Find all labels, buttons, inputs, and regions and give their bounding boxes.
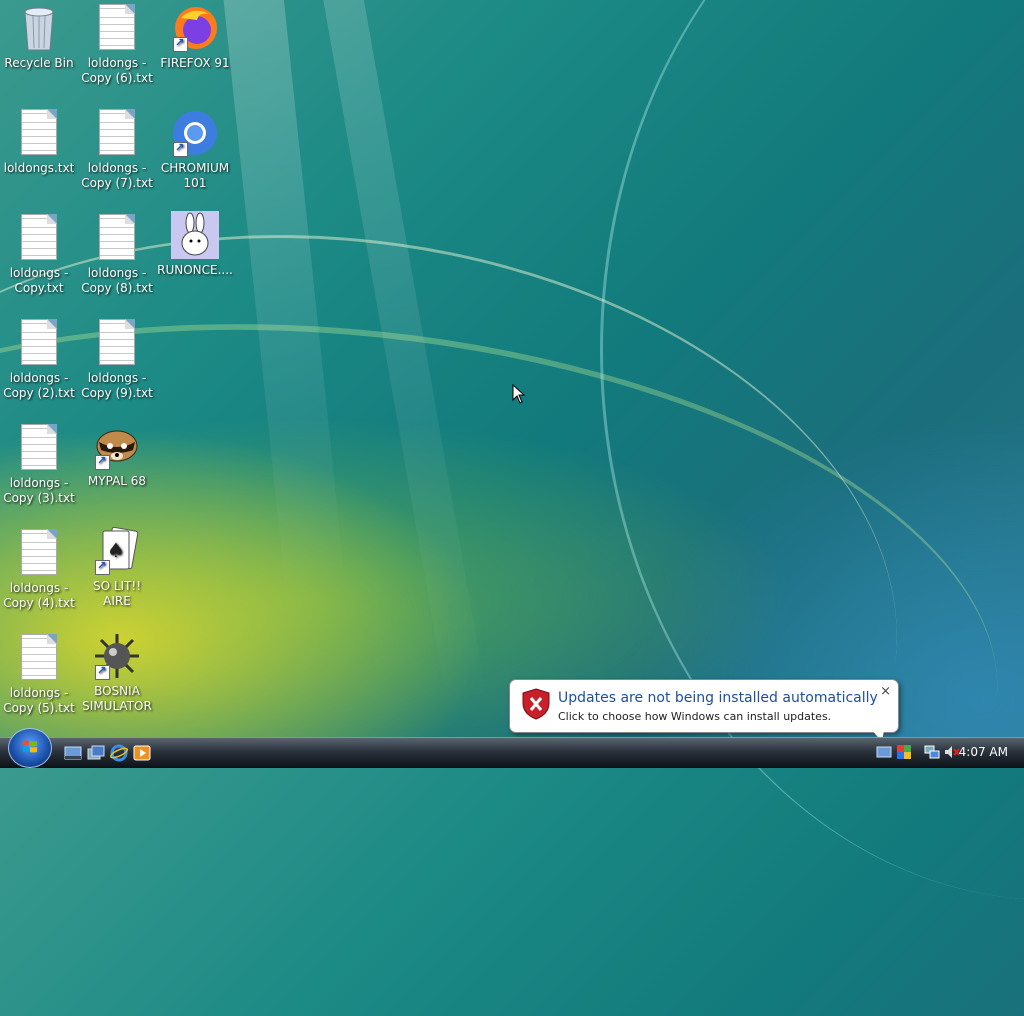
playing-cards-icon: ♠ — [93, 526, 141, 575]
volume-muted-icon[interactable] — [944, 744, 960, 760]
icon-label: loldongs - Copy (8).txt — [81, 266, 153, 295]
desktop-icon-firefox[interactable]: FIREFOX 91 — [157, 4, 233, 71]
shortcut-arrow-icon — [173, 140, 188, 157]
text-file-icon — [93, 319, 141, 367]
text-file-icon — [15, 214, 63, 262]
start-button[interactable] — [8, 728, 52, 768]
shield-error-icon — [522, 688, 550, 720]
icon-label: FIREFOX 91 — [160, 56, 230, 70]
mine-icon — [93, 632, 141, 680]
icon-label: CHROMIUM 101 — [160, 161, 230, 190]
security-center-icon[interactable] — [896, 744, 912, 760]
icon-label: loldongs.txt — [3, 161, 75, 175]
text-file-icon — [93, 4, 141, 52]
update-notification-balloon[interactable]: Updates are not being installed automati… — [509, 679, 899, 742]
text-file-icon — [15, 634, 63, 682]
raccoon-icon — [93, 422, 141, 470]
icon-label: SO LIT!! AIRE — [92, 579, 142, 608]
desktop-icon-doc-6[interactable]: loldongs - Copy (6).txt — [79, 4, 155, 86]
desktop-icon-doc[interactable]: loldongs.txt — [1, 109, 77, 176]
icon-label: loldongs - Copy (4).txt — [3, 581, 75, 610]
taskbar: 4:07 AM — [0, 737, 1024, 768]
text-file-icon — [15, 319, 63, 367]
desktop-icon-minesweeper[interactable]: BOSNIA SIMULATOR — [79, 632, 155, 714]
notification-body[interactable]: Click to choose how Windows can install … — [558, 710, 831, 723]
close-icon[interactable]: × — [880, 684, 891, 699]
system-tray: 4:07 AM — [864, 738, 1024, 768]
shortcut-arrow-icon — [95, 453, 110, 470]
shortcut-arrow-icon — [173, 35, 188, 52]
desktop-icon-chromium[interactable]: CHROMIUM 101 — [157, 109, 233, 191]
icon-label: loldongs - Copy (2).txt — [3, 371, 75, 400]
svg-text:♠: ♠ — [107, 538, 125, 562]
firefox-icon — [171, 4, 219, 52]
desktop-icon-solitaire[interactable]: ♠ SO LIT!! AIRE — [79, 526, 155, 609]
desktop-icon-doc-3[interactable]: loldongs - Copy (3).txt — [1, 424, 77, 506]
desktop-icon-doc-9[interactable]: loldongs - Copy (9).txt — [79, 319, 155, 401]
icon-label: loldongs - Copy (3).txt — [3, 476, 75, 505]
desktop-icon-doc-copy[interactable]: loldongs - Copy.txt — [1, 214, 77, 296]
desktop-icon-doc-5[interactable]: loldongs - Copy (5).txt — [1, 634, 77, 716]
notification-title: Updates are not being installed automati… — [558, 690, 878, 706]
icon-label: Recycle Bin — [4, 56, 74, 70]
media-player-icon[interactable] — [133, 744, 151, 762]
icon-label: loldongs - Copy (7).txt — [81, 161, 153, 190]
recycle-bin-icon — [15, 4, 63, 52]
switch-windows-icon[interactable] — [87, 744, 105, 762]
icon-label: loldongs - Copy (5).txt — [3, 686, 75, 715]
icon-label: loldongs - Copy (9).txt — [81, 371, 153, 400]
text-file-icon — [15, 424, 63, 472]
text-file-icon — [15, 109, 63, 157]
windows-logo-icon — [23, 740, 37, 753]
desktop-icon-doc-7[interactable]: loldongs - Copy (7).txt — [79, 109, 155, 191]
network-icon[interactable] — [924, 744, 940, 760]
internet-explorer-icon[interactable] — [109, 744, 129, 762]
show-desktop-icon[interactable] — [64, 744, 82, 762]
desktop-icon-doc-8[interactable]: loldongs - Copy (8).txt — [79, 214, 155, 296]
mouse-cursor-icon — [512, 384, 526, 404]
icon-label: loldongs - Copy.txt — [9, 266, 69, 295]
icon-label: MYPAL 68 — [87, 474, 147, 488]
icon-label: loldongs - Copy (6).txt — [81, 56, 153, 85]
desktop-icon-runonce[interactable]: RUNONCE.... — [157, 211, 233, 278]
text-file-icon — [93, 109, 141, 157]
desktop-icon-recycle-bin[interactable]: Recycle Bin — [1, 4, 77, 71]
text-file-icon — [15, 529, 63, 577]
desktop-icon-doc-2[interactable]: loldongs - Copy (2).txt — [1, 319, 77, 401]
bunny-icon — [171, 211, 219, 259]
shortcut-arrow-icon — [95, 663, 110, 680]
shortcut-arrow-icon — [95, 558, 110, 575]
windows-update-icon[interactable] — [876, 744, 892, 760]
taskbar-clock[interactable]: 4:07 AM — [959, 745, 1008, 759]
text-file-icon — [93, 214, 141, 262]
icon-label: RUNONCE.... — [157, 263, 233, 277]
desktop-icon-mypal[interactable]: MYPAL 68 — [79, 422, 155, 489]
desktop-icon-doc-4[interactable]: loldongs - Copy (4).txt — [1, 529, 77, 611]
icon-label: BOSNIA SIMULATOR — [82, 684, 152, 713]
chromium-icon — [171, 109, 219, 157]
